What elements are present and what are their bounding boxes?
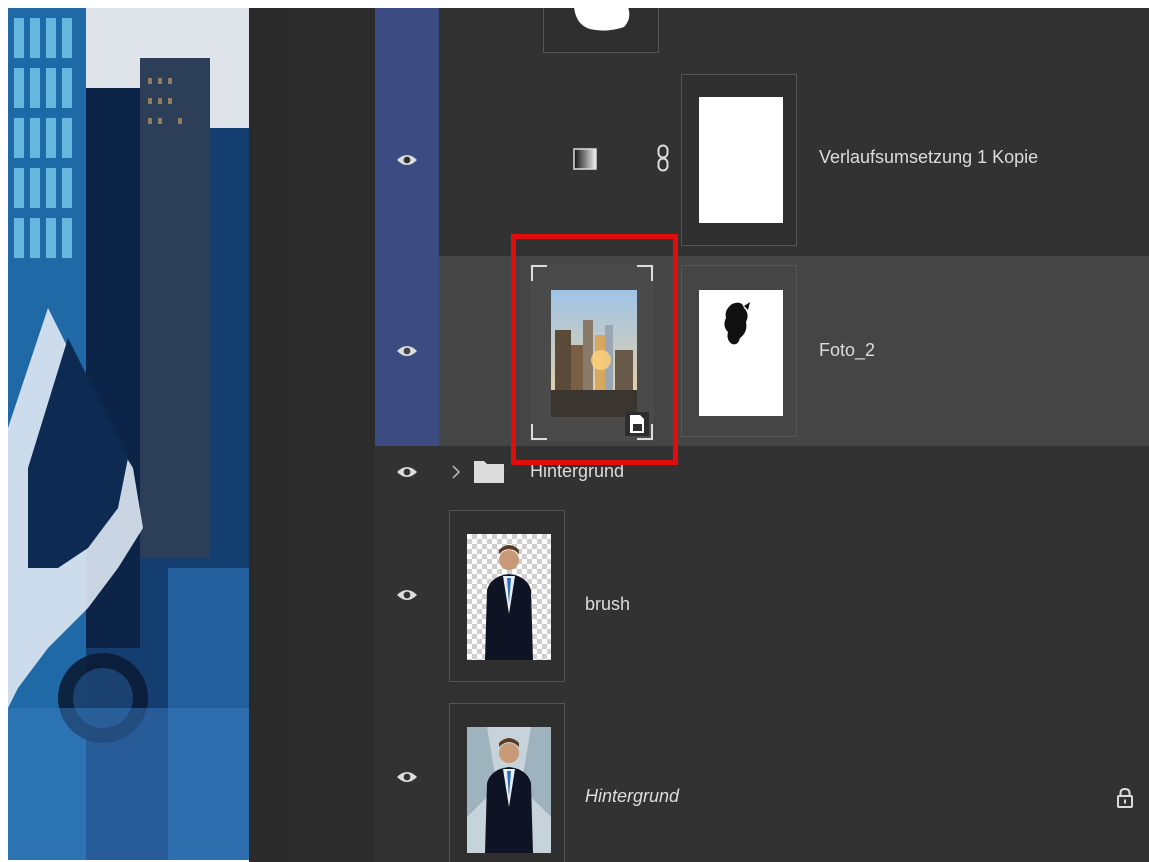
folder-icon — [474, 461, 504, 483]
smart-object-thumbnail[interactable] — [530, 264, 654, 441]
smart-object-badge-icon — [625, 412, 649, 436]
eye-icon[interactable] — [396, 770, 418, 784]
layer-row-group-hintergrund[interactable]: Hintergrund — [375, 446, 1149, 499]
layer-row-partial[interactable] — [375, 8, 1149, 64]
layer-name[interactable]: Verlaufsumsetzung 1 Kopie — [819, 147, 1038, 168]
city-photo-thumbnail — [551, 290, 637, 417]
selection-corner — [637, 265, 653, 281]
eye-column[interactable] — [375, 498, 439, 691]
layer-mask-thumbnail[interactable] — [681, 265, 797, 437]
layer-row-gradient-map[interactable]: Verlaufsumsetzung 1 Kopie — [375, 63, 1149, 257]
eye-column[interactable] — [375, 256, 439, 446]
eye-column[interactable] — [375, 63, 439, 256]
eye-column — [375, 8, 439, 63]
mask-brush-stroke — [724, 302, 750, 345]
eye-icon[interactable] — [396, 465, 418, 479]
chevron-right-icon[interactable] — [451, 465, 461, 479]
selection-corner — [531, 424, 547, 440]
lock-icon[interactable] — [1116, 787, 1134, 809]
layer-name[interactable]: brush — [585, 594, 630, 615]
eye-column[interactable] — [375, 446, 439, 498]
layer-mask-thumbnail[interactable] — [681, 74, 797, 246]
eye-icon[interactable] — [396, 153, 418, 167]
eye-icon[interactable] — [396, 588, 418, 602]
panel-left-strip — [289, 8, 375, 862]
eye-icon[interactable] — [396, 344, 418, 358]
selection-corner — [531, 265, 547, 281]
canvas-artwork — [8, 8, 249, 860]
gradient-map-icon — [573, 148, 597, 170]
canvas-preview[interactable] — [8, 8, 249, 860]
panel-gutter — [249, 8, 289, 862]
person-cutout — [485, 545, 533, 660]
layer-name[interactable]: Hintergrund — [585, 786, 679, 807]
layer-thumbnail[interactable] — [449, 510, 565, 682]
portrait-photo-thumbnail — [467, 727, 551, 853]
layer-thumbnail[interactable] — [449, 703, 565, 862]
layer-row-foto2[interactable]: Foto_2 — [375, 256, 1149, 447]
layer-row-brush[interactable]: brush — [375, 498, 1149, 692]
layer-mask-thumbnail[interactable] — [543, 8, 659, 53]
eye-column[interactable] — [375, 691, 439, 862]
mask-blob — [574, 8, 630, 31]
layer-name[interactable]: Foto_2 — [819, 340, 875, 361]
layer-row-background[interactable]: Hintergrund — [375, 691, 1149, 862]
layer-name[interactable]: Hintergrund — [530, 461, 624, 482]
chain-link-icon[interactable] — [656, 144, 670, 172]
mask-fill — [699, 97, 783, 223]
layers-panel: Verlaufsumsetzung 1 Kopie Foto_2 Hinterg… — [289, 8, 1149, 862]
